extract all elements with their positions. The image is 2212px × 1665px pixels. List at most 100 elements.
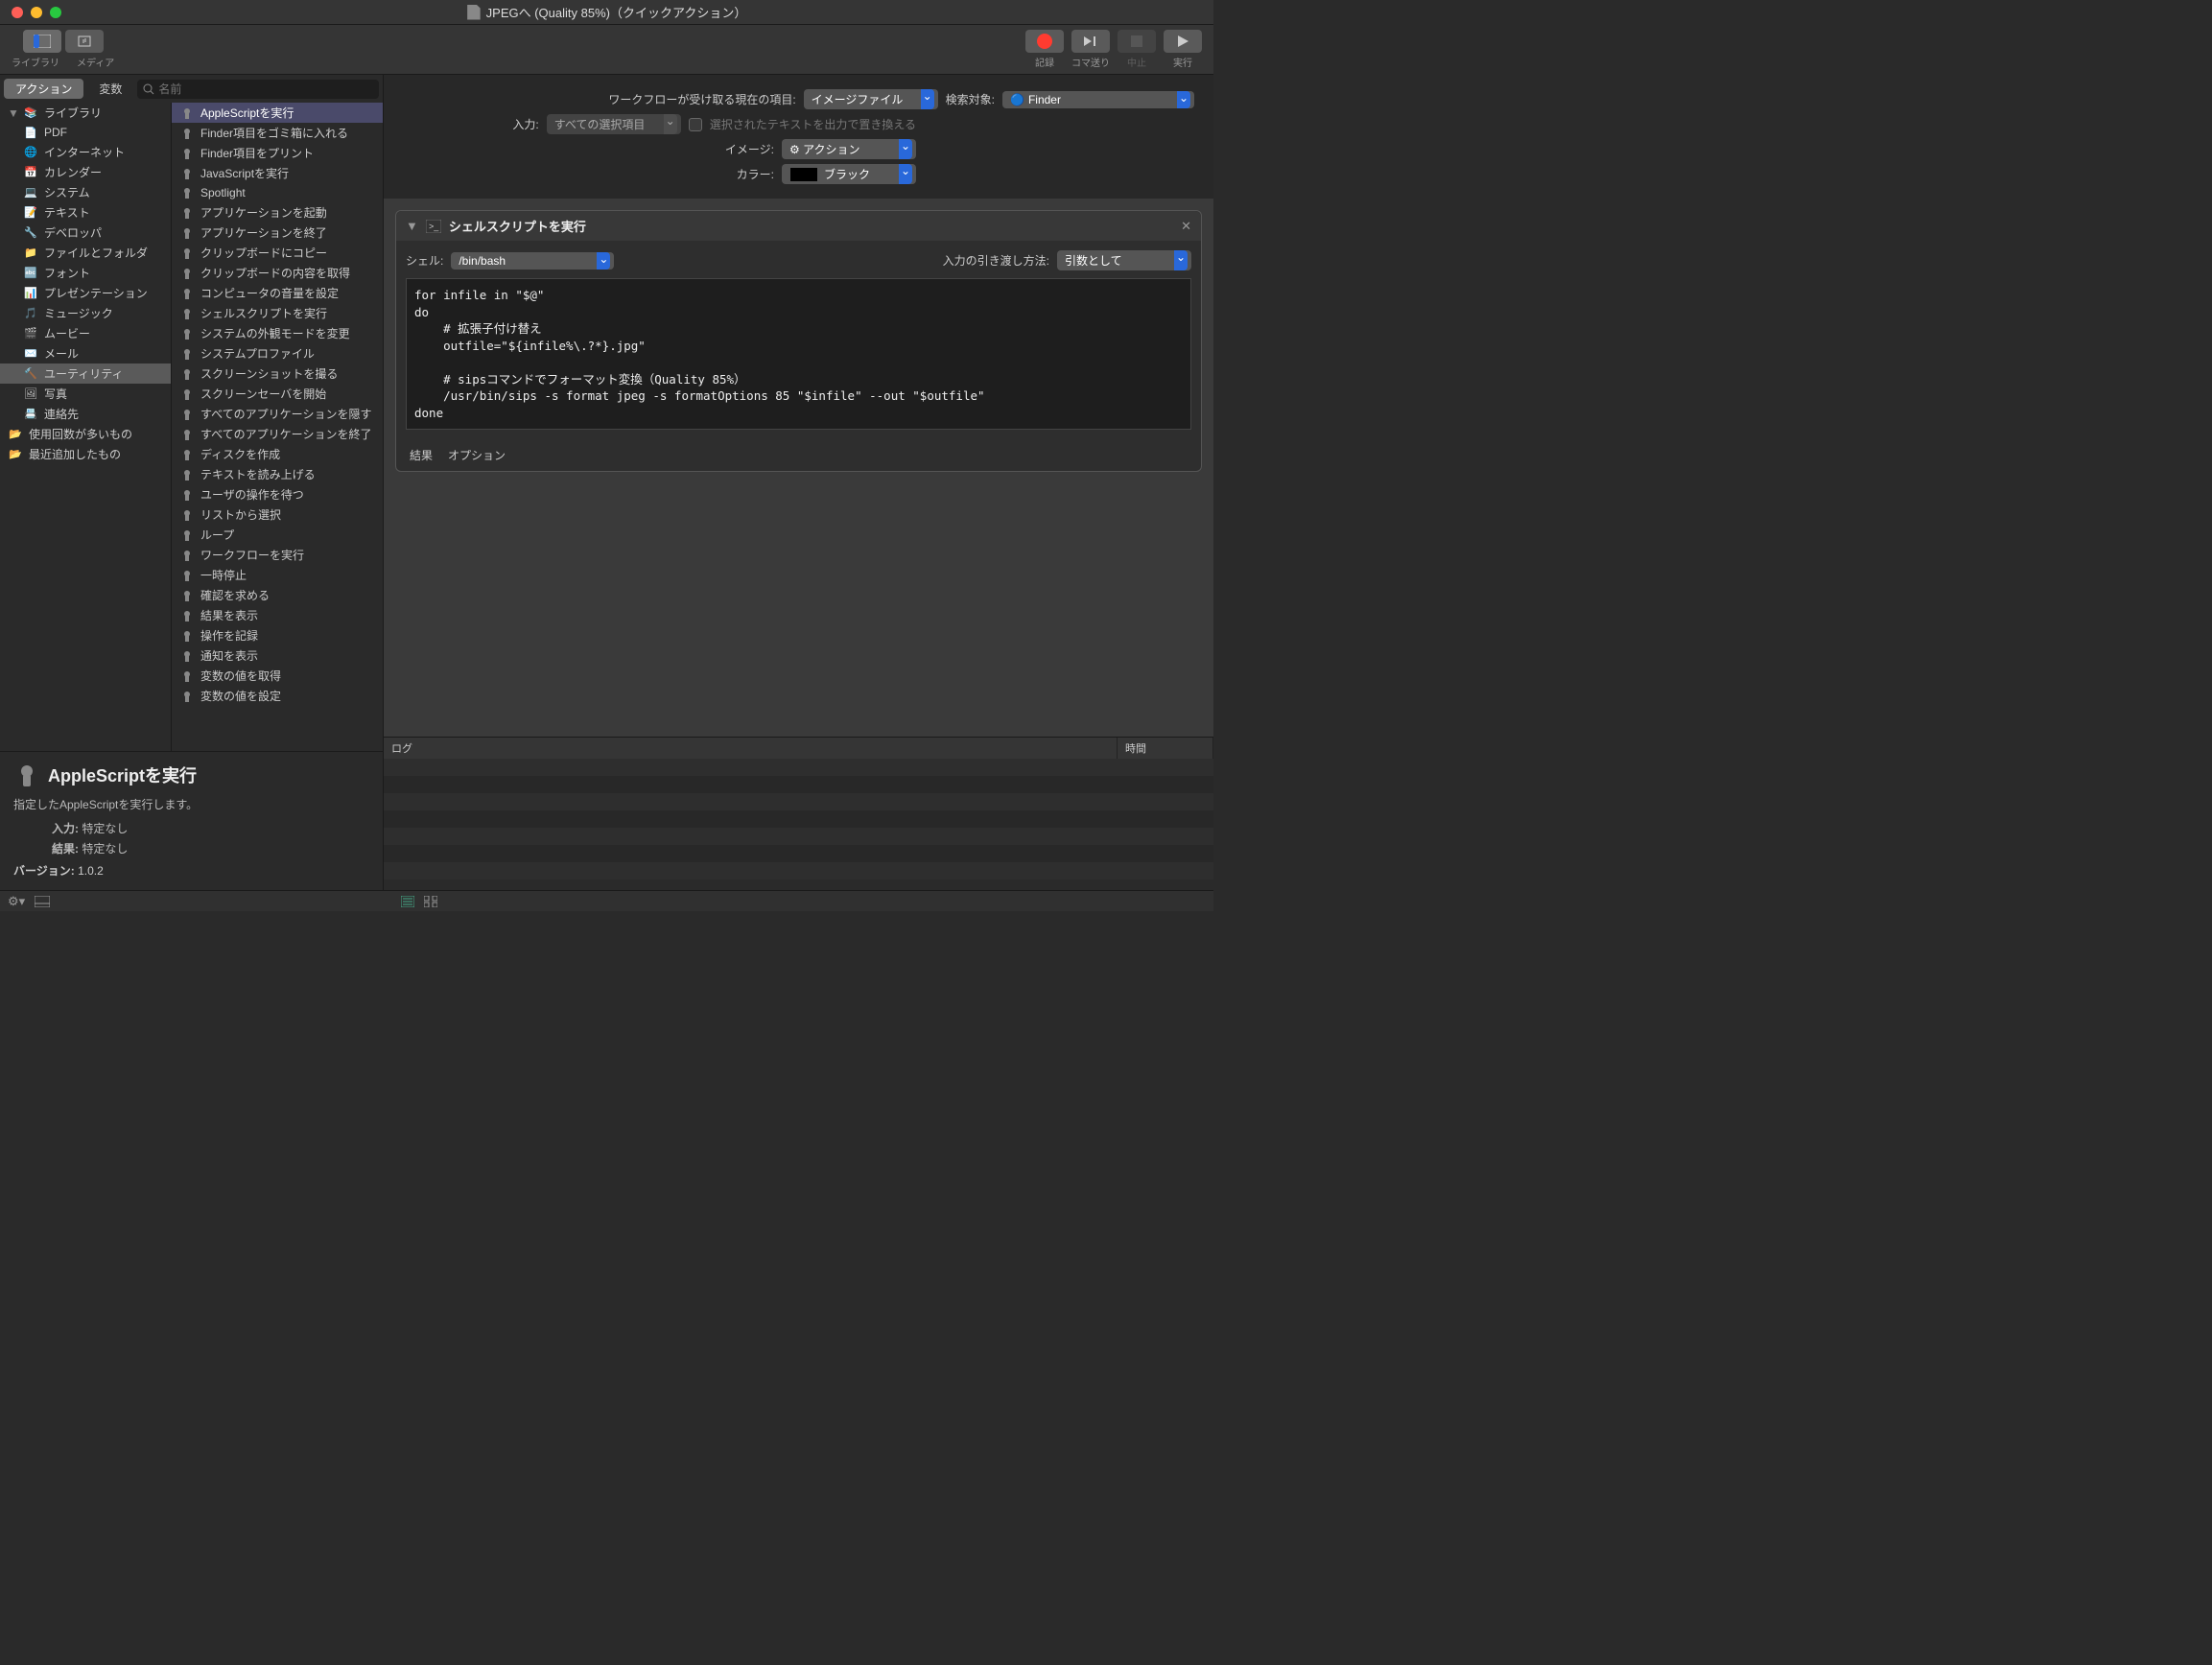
action-item[interactable]: すべてのアプリケーションを終了 xyxy=(172,424,383,444)
action-item[interactable]: ワークフローを実行 xyxy=(172,545,383,565)
action-item[interactable]: テキストを読み上げる xyxy=(172,464,383,484)
action-item[interactable]: Finder項目をゴミ箱に入れる xyxy=(172,123,383,143)
action-item[interactable]: 変数の値を取得 xyxy=(172,666,383,686)
window-close-button[interactable] xyxy=(12,7,23,18)
category-item[interactable]: 📁ファイルとフォルダ xyxy=(0,243,171,263)
category-item[interactable]: 📅カレンダー xyxy=(0,162,171,182)
receives-dropdown[interactable]: イメージファイル xyxy=(804,89,938,109)
shell-dropdown[interactable]: /bin/bash xyxy=(451,252,614,270)
category-item[interactable]: 📂使用回数が多いもの xyxy=(0,424,171,444)
action-item[interactable]: リストから選択 xyxy=(172,504,383,525)
action-label: Spotlight xyxy=(200,186,246,199)
action-item[interactable]: ディスクを作成 xyxy=(172,444,383,464)
action-item[interactable]: JavaScriptを実行 xyxy=(172,163,383,183)
info-description: 指定したAppleScriptを実行します。 xyxy=(13,796,369,812)
disclosure-triangle[interactable]: ▼ xyxy=(406,219,418,233)
action-item[interactable]: Spotlight xyxy=(172,183,383,202)
action-item[interactable]: ユーザの操作を待つ xyxy=(172,484,383,504)
tab-action[interactable]: アクション xyxy=(4,79,83,99)
category-item[interactable]: 🎵ミュージック xyxy=(0,303,171,323)
category-item[interactable]: 💻システム xyxy=(0,182,171,202)
tab-variables[interactable]: 変数 xyxy=(87,79,133,99)
settings-gear-icon[interactable]: ⚙▾ xyxy=(8,894,25,909)
category-item[interactable]: 📊プレゼンテーション xyxy=(0,283,171,303)
action-item[interactable]: スクリーンセーバを開始 xyxy=(172,384,383,404)
results-tab[interactable]: 結果 xyxy=(410,447,433,463)
category-item[interactable]: 🔧デベロッパ xyxy=(0,223,171,243)
input-dropdown[interactable]: すべての選択項目 xyxy=(547,114,681,134)
action-item[interactable]: 一時停止 xyxy=(172,565,383,585)
category-label: 連絡先 xyxy=(44,406,79,422)
window-minimize-button[interactable] xyxy=(31,7,42,18)
category-item[interactable]: 📇連絡先 xyxy=(0,404,171,424)
category-icon: 🔧 xyxy=(23,225,38,241)
action-icon xyxy=(179,568,195,583)
color-dropdown[interactable]: ブラック xyxy=(782,164,916,184)
category-label: 写真 xyxy=(44,386,67,402)
action-item[interactable]: クリップボードにコピー xyxy=(172,243,383,263)
category-item[interactable]: ✉️メール xyxy=(0,343,171,363)
category-item[interactable]: 🔨ユーティリティ xyxy=(0,363,171,384)
panel-toggle-icon[interactable] xyxy=(35,896,50,907)
action-list[interactable]: AppleScriptを実行Finder項目をゴミ箱に入れるFinder項目をプ… xyxy=(171,103,383,751)
category-list[interactable]: ▼📚ライブラリ📄PDF🌐インターネット📅カレンダー💻システム📝テキスト🔧デベロッ… xyxy=(0,103,171,751)
image-dropdown[interactable]: ⚙ アクション xyxy=(782,139,916,159)
record-button[interactable] xyxy=(1025,30,1064,53)
step-button[interactable] xyxy=(1071,30,1110,53)
window-zoom-button[interactable] xyxy=(50,7,61,18)
search-target-dropdown[interactable]: 🔵Finder xyxy=(1002,91,1194,108)
category-item[interactable]: 🌐インターネット xyxy=(0,142,171,162)
category-item[interactable]: 🔤フォント xyxy=(0,263,171,283)
category-item[interactable]: 🎬ムービー xyxy=(0,323,171,343)
action-item[interactable]: 変数の値を設定 xyxy=(172,686,383,706)
action-label: 確認を求める xyxy=(200,587,270,603)
action-item[interactable]: システムプロファイル xyxy=(172,343,383,363)
category-item[interactable]: 📝テキスト xyxy=(0,202,171,223)
workflow-canvas[interactable]: ▼ >_ シェルスクリプトを実行 ✕ シェル: /bin/bash 入力の引き渡… xyxy=(384,199,1213,737)
stop-button[interactable] xyxy=(1118,30,1156,53)
action-item[interactable]: 確認を求める xyxy=(172,585,383,605)
action-item[interactable]: AppleScriptを実行 xyxy=(172,103,383,123)
action-item[interactable]: クリップボードの内容を取得 xyxy=(172,263,383,283)
flow-view-icon[interactable] xyxy=(424,896,437,907)
action-icon xyxy=(179,628,195,644)
options-tab[interactable]: オプション xyxy=(448,447,506,463)
action-card-close[interactable]: ✕ xyxy=(1181,219,1191,234)
finder-icon: 🔵 xyxy=(1010,93,1024,106)
stop-icon xyxy=(1131,35,1142,47)
action-item[interactable]: シェルスクリプトを実行 xyxy=(172,303,383,323)
window-title: JPEGへ (Quality 85%)（クイックアクション） xyxy=(467,3,747,21)
action-item[interactable]: システムの外観モードを変更 xyxy=(172,323,383,343)
action-item[interactable]: Finder項目をプリント xyxy=(172,143,383,163)
action-item[interactable]: 結果を表示 xyxy=(172,605,383,625)
receives-label: ワークフローが受け取る現在の項目: xyxy=(608,91,795,107)
pass-input-dropdown[interactable]: 引数として xyxy=(1057,250,1191,270)
time-column-header[interactable]: 時間 xyxy=(1118,738,1213,759)
log-row xyxy=(384,828,1213,845)
search-box[interactable] xyxy=(137,80,379,99)
action-item[interactable]: コンピュータの音量を設定 xyxy=(172,283,383,303)
category-item[interactable]: 📂最近追加したもの xyxy=(0,444,171,464)
list-view-icon[interactable] xyxy=(401,896,414,907)
action-item[interactable]: すべてのアプリケーションを隠す xyxy=(172,404,383,424)
action-label: ワークフローを実行 xyxy=(200,547,304,563)
log-rows xyxy=(384,759,1213,879)
action-item[interactable]: アプリケーションを起動 xyxy=(172,202,383,223)
category-item[interactable]: 🖼写真 xyxy=(0,384,171,404)
run-button[interactable] xyxy=(1164,30,1202,53)
action-icon xyxy=(179,427,195,442)
replace-text-checkbox[interactable] xyxy=(689,118,702,131)
gear-icon: ⚙ xyxy=(789,143,800,156)
category-item[interactable]: 📄PDF xyxy=(0,123,171,142)
media-toggle-button[interactable] xyxy=(65,30,104,53)
search-input[interactable] xyxy=(158,82,373,96)
action-item[interactable]: 通知を表示 xyxy=(172,645,383,666)
log-column-header[interactable]: ログ xyxy=(384,738,1118,759)
action-item[interactable]: ループ xyxy=(172,525,383,545)
library-toggle-button[interactable] xyxy=(23,30,61,53)
script-textarea[interactable]: for infile in "$@" do # 拡張子付け替え outfile=… xyxy=(406,278,1191,430)
action-item[interactable]: スクリーンショットを撮る xyxy=(172,363,383,384)
category-item[interactable]: ▼📚ライブラリ xyxy=(0,103,171,123)
action-item[interactable]: アプリケーションを終了 xyxy=(172,223,383,243)
action-item[interactable]: 操作を記録 xyxy=(172,625,383,645)
